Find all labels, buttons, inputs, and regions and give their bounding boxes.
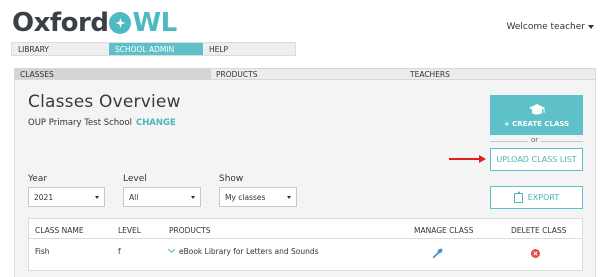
change-school-link[interactable]: CHANGE [136, 118, 176, 128]
chevron-down-icon [191, 196, 195, 199]
graduation-cap-icon [528, 103, 545, 114]
plus-icon: + [503, 119, 510, 128]
logo-text-oxford: Oxford [12, 8, 109, 38]
logo-owl-wordmark: WL [108, 8, 177, 38]
level-select[interactable]: All [123, 187, 201, 207]
school-info: OUP Primary Test School CHANGE [28, 118, 176, 128]
tab-help[interactable]: HELP [203, 43, 295, 55]
upload-class-list-button[interactable]: UPLOAD CLASS LIST [490, 148, 583, 171]
header-level: LEVEL [118, 226, 141, 235]
product-name: eBook Library for Letters and Sounds [179, 247, 319, 256]
header-class-name: CLASS NAME [35, 226, 84, 235]
logo-text-owl: WL [132, 8, 177, 38]
red-arrow-annotation [449, 155, 486, 163]
create-class-label: CREATE CLASS [512, 119, 570, 128]
oxford-owl-logo[interactable]: Oxford WL [12, 8, 177, 38]
export-label: EXPORT [527, 193, 560, 202]
admin-subnav: CLASSES PRODUCTS TEACHERS [14, 68, 596, 80]
class-name-cell: Fish [35, 247, 50, 256]
classes-table: CLASS NAME LEVEL PRODUCTS MANAGE CLASS D… [28, 218, 583, 271]
export-icon [513, 190, 523, 203]
caret-down-icon [588, 24, 594, 29]
welcome-text: Welcome teacher [506, 22, 586, 32]
tab-school-admin[interactable]: SCHOOL ADMIN [109, 43, 203, 55]
header-products: PRODUCTS [169, 226, 211, 235]
page-title: Classes Overview [28, 92, 181, 112]
show-value: My classes [225, 192, 266, 202]
year-select[interactable]: 2021 [28, 187, 105, 207]
table-row: Fish f eBook Library for Letters and Sou… [29, 239, 582, 272]
chevron-down-icon [167, 245, 176, 254]
tab-classes[interactable]: CLASSES [15, 69, 211, 79]
show-label: Show [219, 174, 244, 184]
owl-star-o-icon [109, 12, 132, 34]
user-menu[interactable]: Welcome teacher [506, 22, 594, 32]
year-label: Year [28, 174, 48, 184]
level-cell: f [118, 247, 121, 256]
tab-teachers[interactable]: TEACHERS [405, 69, 595, 79]
level-label: Level [123, 174, 147, 184]
chevron-down-icon [287, 196, 291, 199]
delete-circle-icon[interactable] [531, 249, 540, 258]
year-value: 2021 [34, 192, 54, 202]
create-class-button[interactable]: + CREATE CLASS [490, 95, 583, 135]
tab-products[interactable]: PRODUCTS [211, 69, 405, 79]
main-nav: LIBRARY SCHOOL ADMIN HELP [11, 42, 296, 56]
export-button[interactable]: EXPORT [490, 186, 583, 209]
wrench-icon[interactable] [432, 248, 443, 259]
school-name: OUP Primary Test School [28, 118, 132, 128]
or-label: or [528, 136, 542, 144]
chevron-down-icon [95, 196, 99, 199]
header-manage-class: MANAGE CLASS [414, 226, 474, 235]
header-delete-class: DELETE CLASS [511, 226, 567, 235]
product-toggle[interactable]: eBook Library for Letters and Sounds [167, 245, 319, 256]
show-select[interactable]: My classes [219, 187, 297, 207]
level-value: All [129, 192, 139, 202]
table-header-row: CLASS NAME LEVEL PRODUCTS MANAGE CLASS D… [29, 219, 582, 239]
tab-library[interactable]: LIBRARY [12, 43, 109, 55]
